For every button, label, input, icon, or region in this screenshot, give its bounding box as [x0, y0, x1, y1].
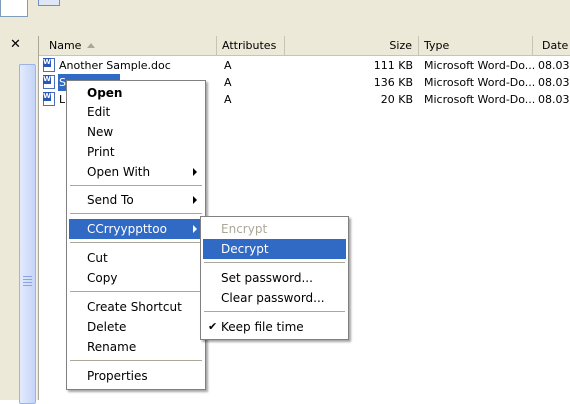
- menu-separator: [70, 291, 202, 292]
- menu-item-cut[interactable]: Cut: [69, 248, 203, 268]
- column-name-header[interactable]: Name: [39, 36, 217, 55]
- file-attributes: A: [224, 76, 232, 89]
- submenu-item-keep-file-time[interactable]: ✔ Keep file time: [203, 317, 346, 337]
- submenu-item-keep-file-time-label: Keep file time: [221, 320, 304, 334]
- menu-item-edit[interactable]: Edit: [69, 102, 203, 122]
- menu-separator: [70, 360, 202, 361]
- column-name-label: Name: [49, 39, 82, 52]
- submenu-arrow-icon: [193, 168, 197, 176]
- file-type: Microsoft Word-Do...: [424, 93, 536, 106]
- file-type: Microsoft Word-Do...: [424, 76, 536, 89]
- menu-item-open-with-label: Open With: [87, 165, 151, 179]
- menu-item-ccrypto-label: CCrryyppttoo: [87, 222, 167, 236]
- submenu-item-clear-password[interactable]: Clear password...: [203, 288, 346, 308]
- file-attributes: A: [224, 59, 232, 72]
- column-attributes-label: Attributes: [222, 39, 277, 52]
- file-size: 111 KB: [373, 59, 413, 72]
- submenu-arrow-icon: [193, 196, 197, 204]
- column-size-label: Size: [389, 39, 412, 52]
- menu-item-ccrypto[interactable]: CCrryyppttoo: [69, 219, 203, 239]
- menu-item-open[interactable]: Open: [69, 83, 203, 103]
- word-document-icon: [43, 75, 55, 89]
- word-document-icon: [43, 92, 55, 106]
- file-name: S: [59, 76, 66, 89]
- submenu-arrow-icon: [193, 225, 197, 233]
- column-attributes-header[interactable]: Attributes: [217, 36, 285, 55]
- table-row[interactable]: Another Sample.doc A 111 KB Microsoft Wo…: [39, 57, 570, 74]
- scrollbar-grip-icon: [23, 276, 32, 286]
- menu-item-new[interactable]: New: [69, 122, 203, 142]
- column-type-header[interactable]: Type: [419, 36, 533, 55]
- menu-item-properties[interactable]: Properties: [69, 366, 203, 386]
- menu-item-send-to-label: Send To: [87, 193, 134, 207]
- file-date: 08.03: [538, 76, 570, 89]
- column-size-header[interactable]: Size: [285, 36, 419, 55]
- file-type: Microsoft Word-Do...: [424, 59, 536, 72]
- column-type-label: Type: [424, 39, 450, 52]
- column-date-header[interactable]: Date: [533, 36, 570, 55]
- file-size: 20 KB: [380, 93, 413, 106]
- toolbar-area: [0, 0, 570, 37]
- file-date: 08.03: [538, 59, 570, 72]
- close-pane-icon[interactable]: ✕: [10, 37, 21, 52]
- menu-item-rename[interactable]: Rename: [69, 337, 203, 357]
- menu-item-send-to[interactable]: Send To: [69, 190, 203, 210]
- submenu-item-set-password[interactable]: Set password...: [203, 268, 346, 288]
- menu-item-delete[interactable]: Delete: [69, 317, 203, 337]
- folder-pane: ✕: [0, 36, 39, 404]
- submenu-item-decrypt[interactable]: Decrypt: [203, 239, 346, 259]
- menu-separator: [204, 262, 345, 263]
- column-date-label: Date: [542, 39, 569, 52]
- menu-separator: [204, 311, 345, 312]
- file-attributes: A: [224, 93, 232, 106]
- file-name: L: [59, 93, 66, 106]
- word-document-icon: [43, 58, 55, 72]
- file-name: Another Sample.doc: [59, 59, 171, 72]
- toolbar-button-fragment[interactable]: [38, 0, 60, 6]
- file-size: 136 KB: [373, 76, 413, 89]
- file-date: 08.03: [538, 93, 570, 106]
- menu-item-copy[interactable]: Copy: [69, 268, 203, 288]
- menu-item-create-shortcut[interactable]: Create Shortcut: [69, 297, 203, 317]
- column-header: Name Attributes Size Type Date: [39, 36, 570, 56]
- address-field-fragment[interactable]: [0, 0, 28, 17]
- ccrypto-submenu: Encrypt Decrypt Set password... Clear pa…: [200, 216, 349, 340]
- scrollbar-thumb[interactable]: [19, 64, 36, 404]
- menu-separator: [70, 242, 202, 243]
- menu-separator: [70, 185, 202, 186]
- checkmark-icon: ✔: [208, 320, 218, 333]
- submenu-item-encrypt[interactable]: Encrypt: [203, 219, 346, 239]
- sort-ascending-icon: [87, 43, 96, 48]
- menu-item-print[interactable]: Print: [69, 142, 203, 162]
- menu-separator: [70, 213, 202, 214]
- context-menu: Open Edit New Print Open With Send To CC…: [66, 80, 206, 390]
- menu-item-open-with[interactable]: Open With: [69, 162, 203, 182]
